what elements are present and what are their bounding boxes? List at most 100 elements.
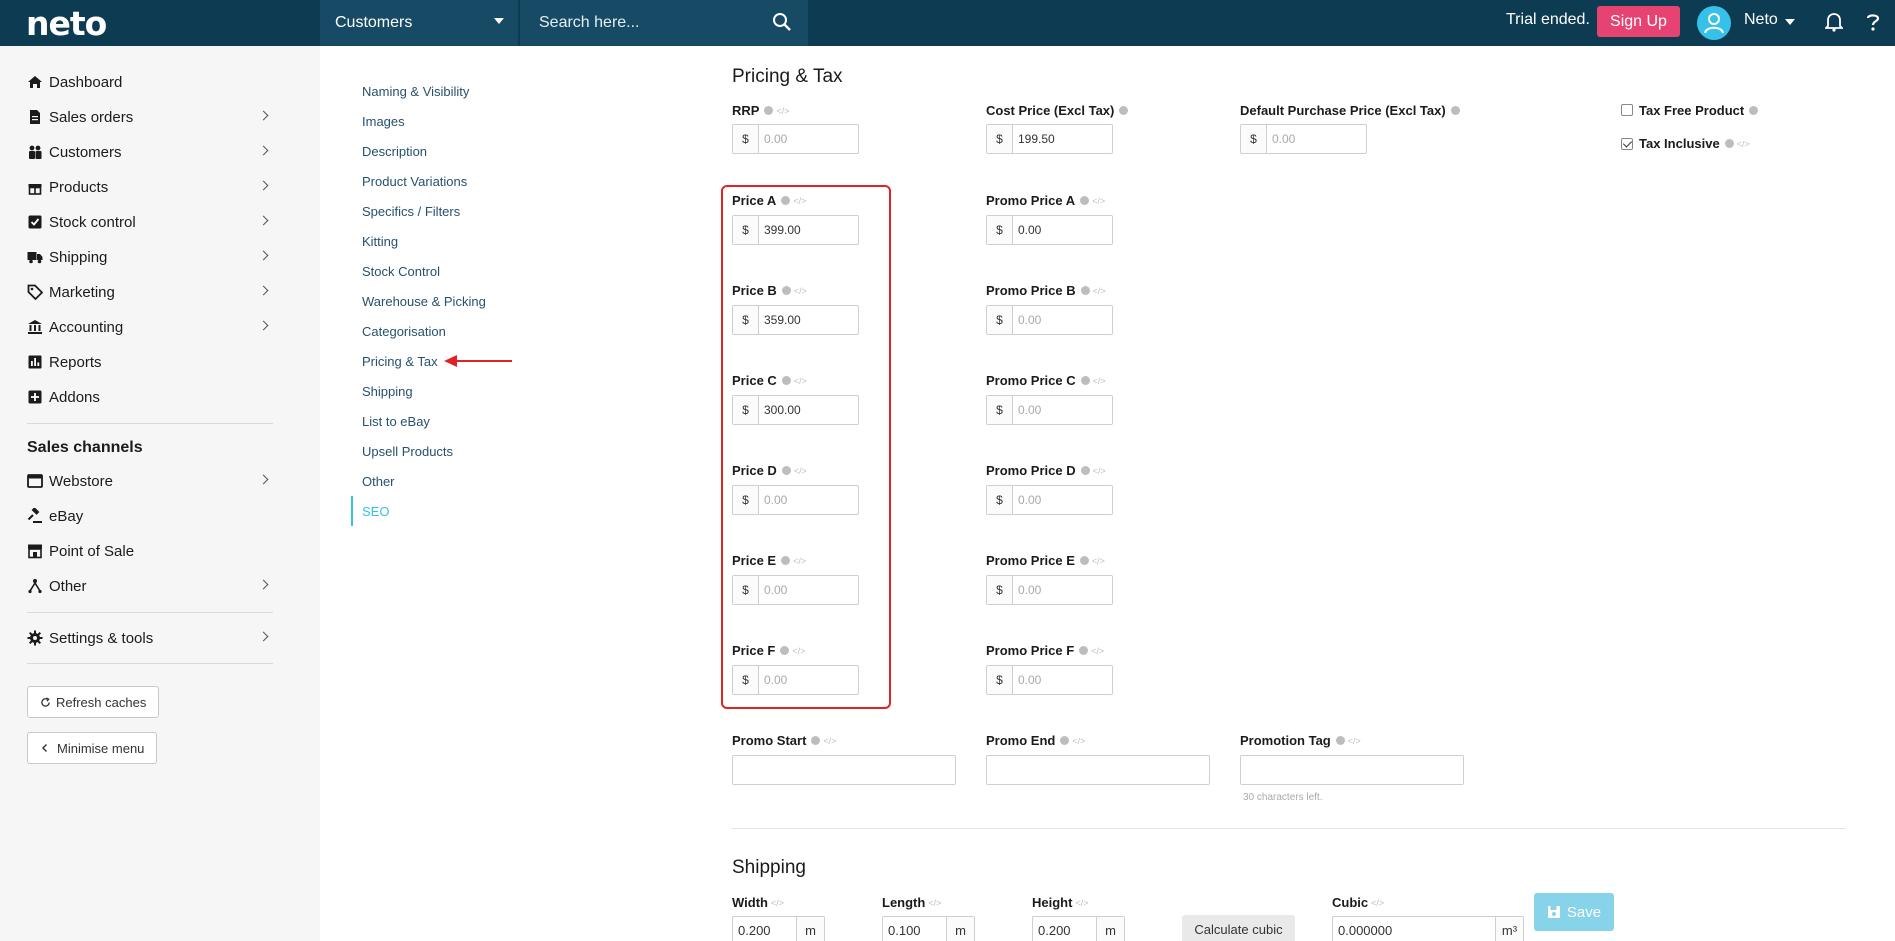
sidebar-item-shipping[interactable]: Shipping [27, 243, 273, 271]
tax-free-checkbox[interactable] [1621, 104, 1633, 116]
info-icon[interactable] [1079, 646, 1089, 655]
section-link-description[interactable]: Description [362, 144, 427, 159]
sidebar-item-other[interactable]: Other [27, 572, 273, 600]
code-icon[interactable]: </> [1093, 466, 1106, 476]
info-icon[interactable] [1080, 196, 1090, 205]
promo-price-b-label: Promo Price B </> [986, 283, 1106, 298]
section-link-other[interactable]: Other [362, 474, 395, 489]
section-link-list-to-ebay[interactable]: List to eBay [362, 414, 430, 429]
section-link-specifics-filters[interactable]: Specifics / Filters [362, 204, 460, 219]
refresh-caches-button[interactable]: Refresh caches [27, 686, 160, 718]
info-icon[interactable] [1119, 106, 1129, 115]
code-icon[interactable]: </> [1348, 736, 1361, 746]
chevron-down-icon[interactable] [1785, 19, 1795, 25]
help-icon[interactable] [1866, 12, 1880, 32]
info-icon[interactable] [1450, 106, 1460, 115]
info-icon[interactable] [1079, 556, 1089, 565]
section-link-stock-control[interactable]: Stock Control [362, 264, 440, 279]
promotion-tag-field[interactable] [1240, 755, 1464, 785]
sidebar-item-ebay[interactable]: eBay [27, 502, 273, 530]
code-icon[interactable]: </> [823, 736, 836, 746]
avatar[interactable] [1697, 6, 1731, 40]
sidebar-item-addons[interactable]: Addons [27, 383, 273, 411]
promo-price-f-field[interactable]: $0.00 [986, 665, 1113, 695]
sidebar-item-marketing[interactable]: Marketing [27, 278, 273, 306]
promo-end-field[interactable] [986, 755, 1210, 785]
section-link-warehouse-picking[interactable]: Warehouse & Picking [362, 294, 486, 309]
user-icon [1704, 13, 1724, 34]
section-link-naming-visibility[interactable]: Naming & Visibility [362, 84, 469, 99]
neto-logo[interactable]: neto [26, 4, 107, 43]
code-icon[interactable]: </> [776, 106, 789, 116]
promo-price-b-field[interactable]: $0.00 [986, 305, 1113, 335]
info-icon[interactable] [811, 736, 821, 745]
sidebar-item-customers[interactable]: Customers [27, 138, 273, 166]
code-icon[interactable]: </> [1737, 139, 1750, 149]
info-icon[interactable] [1080, 376, 1090, 385]
code-icon[interactable]: </> [928, 898, 941, 908]
tax-inclusive-checkbox[interactable] [1621, 138, 1633, 150]
info-icon[interactable] [1060, 736, 1070, 745]
rrp-field[interactable]: $0.00 [732, 124, 859, 154]
cubic-field[interactable]: 0.000000 m³ [1332, 916, 1524, 941]
info-icon[interactable] [1749, 106, 1759, 115]
cost-price-field[interactable]: $199.50 [986, 124, 1113, 154]
section-link-pricing-tax[interactable]: Pricing & Tax [362, 354, 438, 369]
sidebar-item-products[interactable]: Products [27, 173, 273, 201]
search-input[interactable]: Search here... [520, 0, 808, 46]
chevron-right-icon [258, 215, 269, 226]
info-icon[interactable] [1080, 466, 1090, 475]
context-select[interactable]: Customers [320, 0, 518, 46]
default-purchase-price-field[interactable]: $0.00 [1240, 124, 1367, 154]
section-link-shipping[interactable]: Shipping [362, 384, 413, 399]
promo-price-a-field[interactable]: $0.00 [986, 215, 1113, 245]
sidebar-item-sales-orders[interactable]: Sales orders [27, 103, 273, 131]
section-link-upsell-products[interactable]: Upsell Products [362, 444, 453, 459]
code-icon[interactable]: </> [1093, 376, 1106, 386]
section-link-categorisation[interactable]: Categorisation [362, 324, 446, 339]
code-icon[interactable]: </> [1075, 898, 1088, 908]
info-icon[interactable] [1724, 139, 1734, 148]
section-link-kitting[interactable]: Kitting [362, 234, 398, 249]
code-icon[interactable]: </> [1091, 646, 1104, 656]
promo-start-field[interactable] [732, 755, 956, 785]
code-icon[interactable]: </> [771, 898, 784, 908]
calculate-cubic-button[interactable]: Calculate cubic [1182, 915, 1295, 941]
promo-price-e-field[interactable]: $0.00 [986, 575, 1113, 605]
sidebar-item-point-of-sale[interactable]: Point of Sale [27, 537, 273, 565]
section-link-product-variations[interactable]: Product Variations [362, 174, 467, 189]
sidebar-item-dashboard[interactable]: Dashboard [27, 68, 273, 96]
info-icon[interactable] [1335, 736, 1345, 745]
sidebar-item-stock-control[interactable]: Stock control [27, 208, 273, 236]
length-field[interactable]: 0.100 m [882, 916, 975, 941]
code-icon[interactable]: </> [1093, 286, 1106, 296]
user-menu[interactable]: Neto [1744, 11, 1778, 29]
width-field[interactable]: 0.200 m [732, 916, 825, 941]
code-icon[interactable]: </> [1092, 556, 1105, 566]
default-purchase-price-placeholder: 0.00 [1272, 132, 1296, 146]
code-icon[interactable]: </> [1072, 736, 1085, 746]
gear-icon [27, 630, 43, 646]
annotation-arrow [444, 355, 512, 367]
info-icon[interactable] [764, 106, 774, 115]
save-button[interactable]: Save [1534, 893, 1614, 931]
promo-price-c-field[interactable]: $0.00 [986, 395, 1113, 425]
minimise-menu-button[interactable]: Minimise menu [27, 732, 158, 764]
sidebar-item-settings[interactable]: Settings & tools [27, 624, 273, 652]
chevron-right-icon [258, 320, 269, 331]
sidebar-item-reports[interactable]: Reports [27, 348, 273, 376]
bell-icon[interactable] [1825, 12, 1843, 32]
promo-price-d-field[interactable]: $0.00 [986, 485, 1113, 515]
sign-up-button[interactable]: Sign Up [1597, 6, 1680, 37]
section-link-seo[interactable]: SEO [362, 504, 389, 519]
code-icon[interactable]: </> [1371, 898, 1384, 908]
code-icon[interactable]: </> [1092, 196, 1105, 206]
height-field[interactable]: 0.200 m [1032, 916, 1125, 941]
sidebar-item-accounting[interactable]: Accounting [27, 313, 273, 341]
search-icon[interactable] [772, 12, 792, 32]
info-icon[interactable] [1080, 286, 1090, 295]
sidebar-item-webstore[interactable]: Webstore [27, 467, 273, 495]
section-link-images[interactable]: Images [362, 114, 405, 129]
truck-icon [27, 252, 43, 264]
tag-icon [27, 284, 43, 300]
